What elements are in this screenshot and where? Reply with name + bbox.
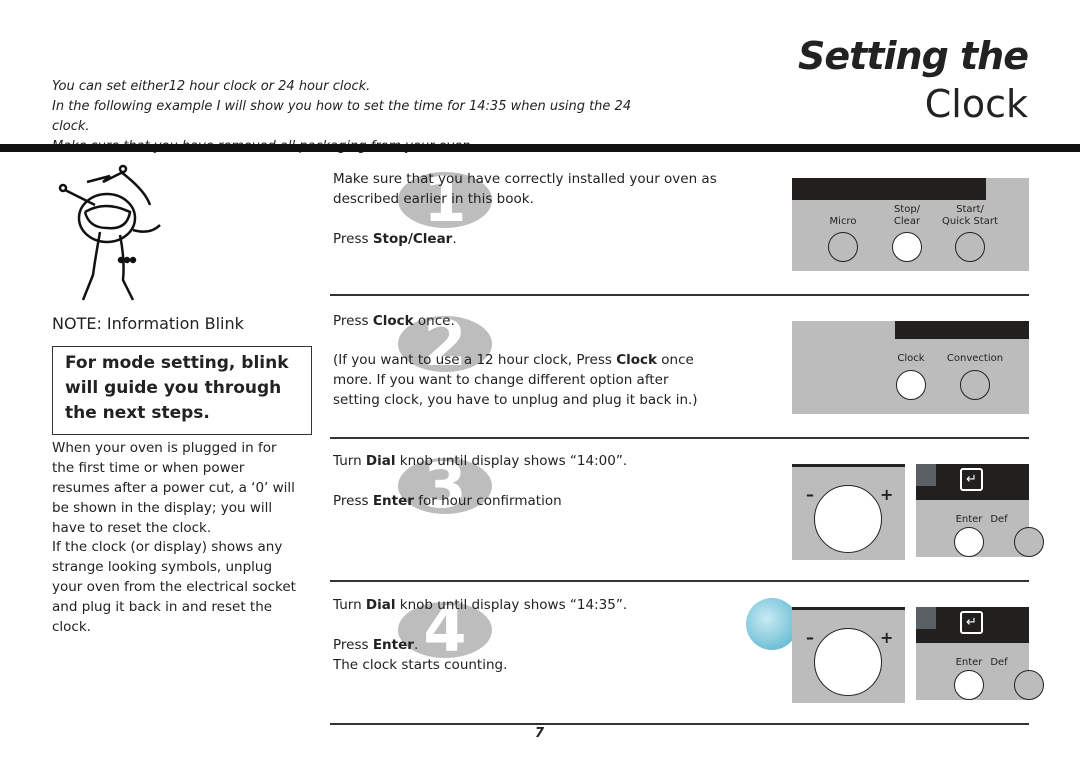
step-press: Press Enter.: [333, 637, 419, 653]
step-4: Turn Dial knob until display shows “14:3…: [333, 595, 753, 675]
header-bar: [0, 144, 1080, 152]
step-1: Make sure that you have correctly instal…: [333, 169, 748, 249]
intro-line: You can set either12 hour clock or 24 ho…: [52, 79, 371, 94]
defrost-button[interactable]: [1014, 670, 1044, 700]
step-3: Turn Dial knob until display shows “14:0…: [333, 451, 753, 511]
enter-panel-3: ↵ Enter Def: [916, 464, 1044, 557]
control-panel-2: Clock Convection: [792, 321, 1029, 414]
dial-panel-3: – +: [792, 464, 905, 560]
enter-icon: ↵: [960, 468, 983, 491]
convection-button[interactable]: [960, 370, 990, 400]
page-number: 7: [535, 726, 545, 741]
note-box: For mode setting, blink will guide you t…: [52, 346, 312, 435]
step-press: Press Enter for hour confirmation: [333, 493, 562, 509]
step-turn: Turn Dial knob until display shows “14:3…: [333, 597, 628, 613]
page-subtitle: Clock: [924, 82, 1028, 126]
control-panel-1: Micro Stop/ Clear Start/ Quick Start: [792, 178, 1029, 271]
divider: [330, 723, 1029, 725]
divider: [330, 580, 1029, 582]
step-press: Press Clock once.: [333, 313, 455, 329]
start-button[interactable]: [955, 232, 985, 262]
step-note: (If you want to use a 12 hour clock, Pre…: [333, 352, 698, 408]
mascot-illustration: [58, 164, 161, 301]
dial-knob[interactable]: [814, 628, 882, 696]
divider: [330, 294, 1029, 296]
page-title: Setting the: [798, 34, 1029, 78]
note-title: NOTE: Information Blink: [52, 314, 244, 333]
step-turn: Turn Dial knob until display shows “14:0…: [333, 453, 628, 469]
stop-clear-button[interactable]: [892, 232, 922, 262]
power-cut-paragraph: When your oven is plugged in for the fir…: [52, 440, 295, 536]
step-2: Press Clock once. (If you want to use a …: [333, 311, 708, 410]
enter-button[interactable]: [954, 527, 984, 557]
step-press: Press Stop/Clear.: [333, 231, 457, 247]
defrost-button[interactable]: [1014, 527, 1044, 557]
clock-button[interactable]: [896, 370, 926, 400]
divider: [330, 437, 1029, 439]
enter-button[interactable]: [954, 670, 984, 700]
micro-button[interactable]: [828, 232, 858, 262]
dial-knob[interactable]: [814, 485, 882, 553]
dial-panel-4: – +: [792, 607, 905, 703]
step-text: Make sure that you have correctly instal…: [333, 171, 717, 207]
intro-line: In the following example I will show you…: [52, 99, 632, 134]
watermark-logo: [746, 598, 798, 650]
enter-panel-4: ↵ Enter Def: [916, 607, 1044, 700]
enter-icon: ↵: [960, 611, 983, 634]
step-extra: The clock starts counting.: [333, 657, 508, 673]
strange-symbols-paragraph: If the clock (or display) shows any stra…: [52, 539, 296, 635]
